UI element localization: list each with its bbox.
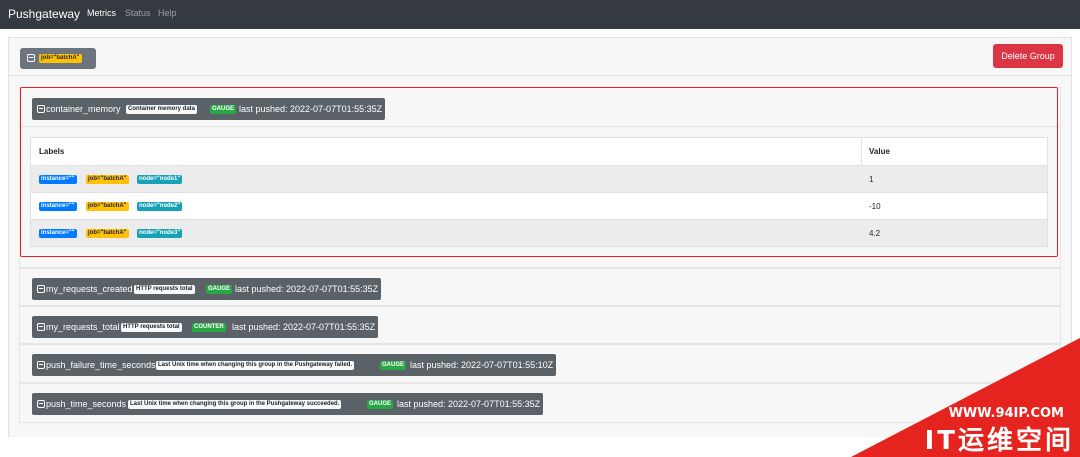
metric-last-pushed: last pushed: 2022-07-07T01:55:35Z bbox=[232, 322, 376, 332]
nav-link-help[interactable]: Help bbox=[158, 8, 177, 18]
metric-type-badge: GAUGE bbox=[206, 285, 233, 294]
metric-block-push-failure-time-seconds: push_failure_time_seconds Last Unix time… bbox=[19, 344, 1061, 383]
group-header: job="batchA" Delete Group bbox=[9, 38, 1071, 76]
nav-link-metrics[interactable]: Metrics bbox=[87, 8, 116, 18]
collapse-icon bbox=[37, 361, 45, 369]
brand-link[interactable]: Pushgateway bbox=[8, 7, 80, 21]
delete-group-button[interactable]: Delete Group bbox=[993, 44, 1063, 68]
metric-name: push_time_seconds bbox=[46, 399, 127, 409]
highlight-annotation-box bbox=[20, 87, 1058, 257]
metric-help-badge: Last Unix time when changing this group … bbox=[128, 400, 342, 409]
metric-toggle-button[interactable]: push_failure_time_seconds Last Unix time… bbox=[32, 354, 556, 376]
metric-help-badge: HTTP requests total bbox=[121, 323, 182, 332]
navbar: Pushgateway Metrics Status Help bbox=[0, 0, 1080, 29]
collapse-icon bbox=[37, 285, 45, 293]
collapse-icon bbox=[37, 400, 45, 408]
metric-last-pushed: last pushed: 2022-07-07T01:55:35Z bbox=[397, 399, 541, 409]
metric-block-my-requests-total: my_requests_total HTTP requests total CO… bbox=[19, 306, 1061, 344]
metric-type-badge: COUNTER bbox=[192, 323, 226, 332]
metric-toggle-button[interactable]: my_requests_total HTTP requests total CO… bbox=[32, 316, 378, 338]
group-toggle-button[interactable]: job="batchA" bbox=[20, 48, 96, 69]
metric-block-my-requests-created: my_requests_created HTTP requests total … bbox=[19, 268, 1061, 306]
metric-type-badge: GAUGE bbox=[367, 400, 394, 409]
metric-name: my_requests_total bbox=[46, 322, 120, 332]
metric-toggle-button[interactable]: my_requests_created HTTP requests total … bbox=[32, 278, 381, 300]
metric-name: push_failure_time_seconds bbox=[46, 360, 156, 370]
nav-link-status[interactable]: Status bbox=[125, 8, 151, 18]
metric-last-pushed: last pushed: 2022-07-07T01:55:10Z bbox=[410, 360, 554, 370]
collapse-icon bbox=[27, 54, 35, 62]
metric-name: my_requests_created bbox=[46, 284, 133, 294]
metric-toggle-button[interactable]: push_time_seconds Last Unix time when ch… bbox=[32, 393, 543, 415]
metric-type-badge: GAUGE bbox=[380, 361, 407, 370]
metric-last-pushed: last pushed: 2022-07-07T01:55:35Z bbox=[235, 284, 379, 294]
metric-help-badge: HTTP requests total bbox=[134, 285, 195, 294]
metric-help-badge: Last Unix time when changing this group … bbox=[156, 361, 355, 370]
collapse-icon bbox=[37, 323, 45, 331]
group-label-badge: job="batchA" bbox=[39, 54, 82, 63]
metric-block-push-time-seconds: push_time_seconds Last Unix time when ch… bbox=[19, 383, 1061, 423]
